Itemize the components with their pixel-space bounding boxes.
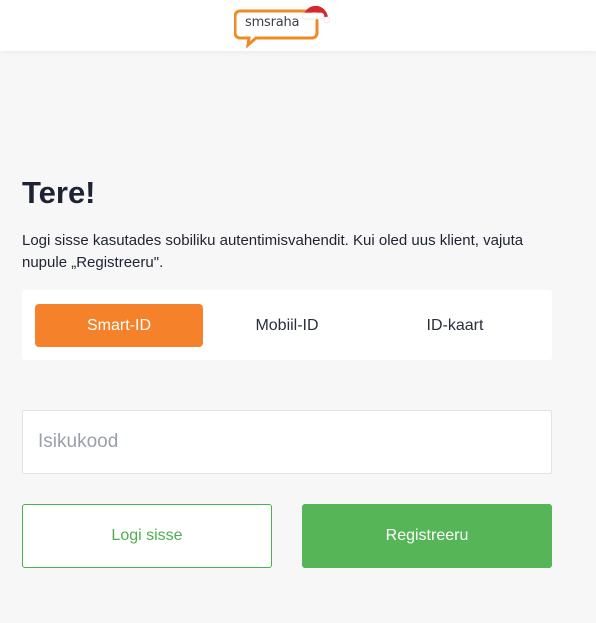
- smsraha-logo[interactable]: smsraha: [234, 3, 330, 49]
- tab-id-kaart[interactable]: ID-kaart: [371, 304, 539, 347]
- register-button[interactable]: Registreeru: [302, 504, 552, 568]
- page-title: Tere!: [22, 175, 96, 210]
- top-header: smsraha: [0, 0, 596, 51]
- login-button[interactable]: Logi sisse: [22, 504, 272, 568]
- tab-smart-id[interactable]: Smart-ID: [35, 304, 203, 347]
- auth-method-tabs: Smart-ID Mobiil-ID ID-kaart: [22, 290, 552, 360]
- tab-mobiil-id[interactable]: Mobiil-ID: [203, 304, 371, 347]
- logo-text: smsraha: [245, 15, 300, 30]
- intro-text: Logi sisse kasutades sobiliku autentimis…: [22, 232, 524, 271]
- personal-code-input[interactable]: [22, 410, 552, 474]
